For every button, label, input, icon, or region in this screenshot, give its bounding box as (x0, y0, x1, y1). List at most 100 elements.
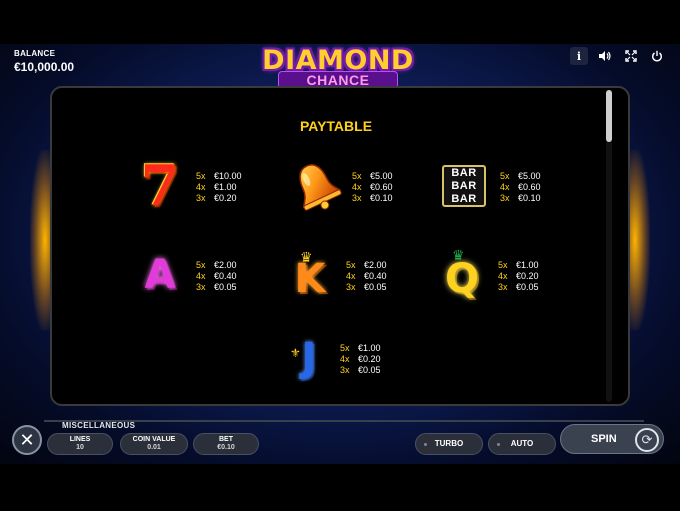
payout-multiplier: 5x (196, 260, 206, 270)
payout-multiplier: 5x (352, 171, 362, 181)
auto-label: AUTO (510, 439, 534, 448)
paytable-title: PAYTABLE (299, 118, 373, 134)
letter-a-glyph: A (144, 252, 176, 298)
bet-button[interactable]: BET €0.10 (193, 433, 259, 455)
payout-row: 3x €0.10 (352, 193, 393, 204)
payout-multiplier: 3x (498, 282, 508, 292)
bar-text: BAR (451, 192, 477, 205)
payout-row: 3x €0.10 (500, 193, 541, 204)
payout-amount: €1.00 (358, 343, 381, 353)
balance-value: €10,000.00 (14, 60, 75, 74)
payout-row: 5x €10.00 (196, 171, 242, 182)
bell-icon (288, 158, 344, 214)
payout-amount: €1.00 (214, 182, 237, 192)
crown-icon: ♛ (452, 247, 465, 263)
crown-icon: ♛ (300, 249, 313, 265)
a-payouts: 5x €2.00 4x €0.40 3x €0.05 (196, 260, 237, 293)
auto-button[interactable]: AUTO (488, 433, 556, 455)
close-icon: ✕ (19, 429, 35, 450)
payout-amount: €0.40 (364, 271, 387, 281)
letter-j-glyph: J (301, 335, 317, 381)
coin-value-label: COIN VALUE (132, 436, 176, 443)
sound-icon[interactable] (596, 47, 614, 65)
payout-multiplier: 4x (346, 271, 356, 281)
speaker-icon (599, 51, 611, 61)
payout-amount: €5.00 (370, 171, 393, 181)
bar-stack: BAR BAR BAR (442, 165, 486, 207)
turbo-toggle[interactable]: TURBO (415, 433, 483, 455)
power-symbol-icon (652, 50, 662, 62)
letter-k-icon: ♛ K (282, 247, 338, 303)
spin-button[interactable]: SPIN ⟳ (560, 424, 664, 454)
payout-row: 3x €0.05 (340, 365, 381, 376)
bet-label: BET (219, 436, 233, 443)
payout-amount: €0.05 (214, 282, 237, 292)
payout-row: 5x €2.00 (346, 260, 387, 271)
payout-row: 4x €0.60 (352, 182, 393, 193)
bell-payouts: 5x €5.00 4x €0.60 3x €0.10 (352, 171, 393, 204)
coin-value-button[interactable]: COIN VALUE 0.01 (120, 433, 188, 455)
payout-multiplier: 4x (340, 354, 350, 364)
payout-multiplier: 5x (340, 343, 350, 353)
payout-multiplier: 4x (196, 271, 206, 281)
payout-row: 5x €1.00 (340, 343, 381, 354)
info-icon[interactable]: i (570, 47, 588, 65)
payout-multiplier: 3x (196, 282, 206, 292)
payout-row: 3x €0.20 (196, 193, 242, 204)
payout-amount: €10.00 (214, 171, 242, 181)
power-icon[interactable] (648, 47, 666, 65)
letter-q-icon: ♛ Q (434, 247, 490, 303)
seven-glyph: 7 (140, 153, 180, 219)
payout-amount: €0.40 (214, 271, 237, 281)
payout-amount: €5.00 (518, 171, 541, 181)
payout-amount: €0.10 (518, 193, 541, 203)
payout-amount: €0.60 (518, 182, 541, 192)
payout-multiplier: 5x (500, 171, 510, 181)
payout-multiplier: 3x (352, 193, 362, 203)
payout-amount: €1.00 (516, 260, 539, 270)
close-paytable-button[interactable]: ✕ (12, 425, 42, 455)
payout-row: 3x €0.05 (196, 282, 237, 293)
q-payouts: 5x €1.00 4x €0.20 3x €0.05 (498, 260, 539, 293)
bar-icon: BAR BAR BAR (436, 158, 492, 214)
payout-multiplier: 3x (346, 282, 356, 292)
payout-row: 4x €0.20 (340, 354, 381, 365)
bottom-bar (0, 464, 680, 511)
letter-q-glyph: Q (444, 256, 479, 302)
seven-payouts: 5x €10.00 4x €1.00 3x €0.20 (196, 171, 242, 204)
fullscreen-icon[interactable] (622, 47, 640, 65)
payout-row: 5x €5.00 (352, 171, 393, 182)
letter-j-icon: ⚜ J (276, 330, 332, 386)
payout-row: 3x €0.05 (346, 282, 387, 293)
scrollbar-thumb[interactable] (606, 90, 612, 142)
payout-row: 5x €5.00 (500, 171, 541, 182)
payout-multiplier: 4x (196, 182, 206, 192)
payout-amount: €0.20 (214, 193, 237, 203)
payout-row: 3x €0.05 (498, 282, 539, 293)
payout-row: 5x €2.00 (196, 260, 237, 271)
payout-amount: €2.00 (364, 260, 387, 270)
payout-amount: €0.05 (516, 282, 539, 292)
payout-amount: €0.60 (370, 182, 393, 192)
payout-row: 4x €0.40 (346, 271, 387, 282)
bar-text: BAR (451, 166, 477, 179)
payout-multiplier: 4x (498, 271, 508, 281)
payout-amount: €0.05 (358, 365, 381, 375)
payout-multiplier: 5x (498, 260, 508, 270)
payout-row: 4x €0.20 (498, 271, 539, 282)
payout-row: 4x €0.40 (196, 271, 237, 282)
expand-arrows-icon (625, 50, 637, 62)
payout-amount: €0.10 (370, 193, 393, 203)
lines-button[interactable]: LINES 10 (47, 433, 113, 455)
payout-multiplier: 4x (352, 182, 362, 192)
spin-label: SPIN (591, 433, 617, 445)
bell-graphic (299, 164, 342, 211)
paytable-scrollbar[interactable] (606, 90, 612, 402)
lines-value: 10 (76, 444, 84, 451)
j-payouts: 5x €1.00 4x €0.20 3x €0.05 (340, 343, 381, 376)
miscellaneous-label: MISCELLANEOUS (62, 421, 136, 430)
seven-icon: 7 (132, 158, 188, 214)
payout-amount: €2.00 (214, 260, 237, 270)
payout-multiplier: 3x (340, 365, 350, 375)
payout-multiplier: 3x (196, 193, 206, 203)
